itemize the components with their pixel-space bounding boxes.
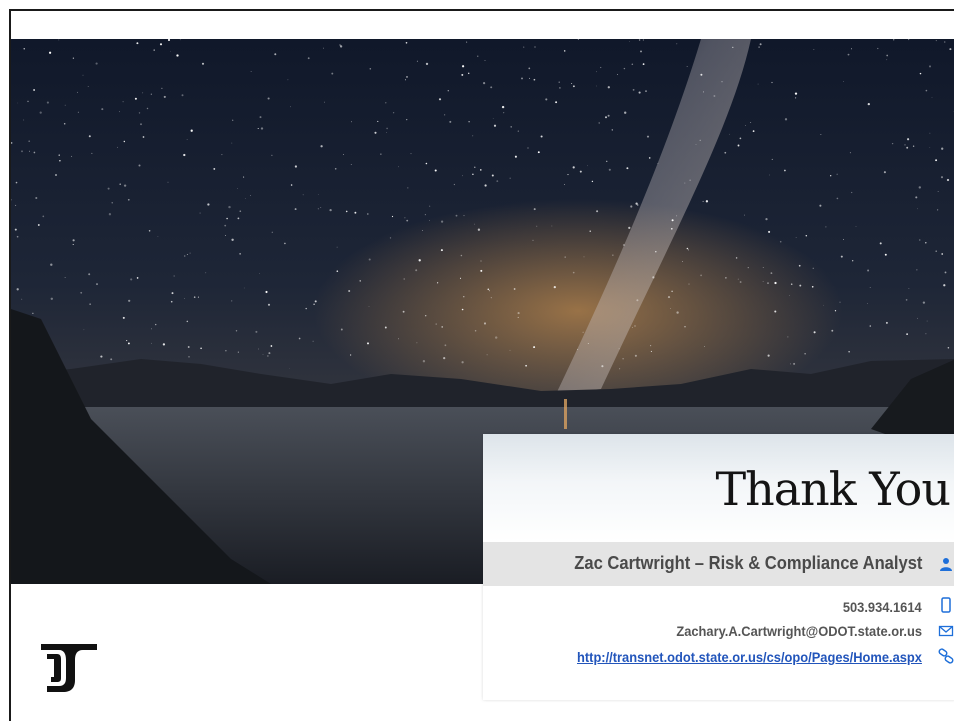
thank-you-title: Thank You (715, 462, 951, 516)
link-icon (938, 648, 954, 664)
contact-phone: 503.934.1614 (843, 599, 922, 615)
person-icon (940, 558, 952, 571)
envelope-icon (938, 625, 954, 637)
name-bar: Zac Cartwright – Risk & Compliance Analy… (483, 542, 954, 586)
odot-logo (41, 644, 97, 692)
contact-website-link[interactable]: http://transnet.odot.state.or.us/cs/opo/… (577, 649, 922, 665)
slide: Thank You Zac Cartwright – Risk & Compli… (9, 9, 954, 721)
contact-card: Thank You Zac Cartwright – Risk & Compli… (483, 434, 954, 700)
card-header: Thank You (483, 434, 954, 542)
contact-name: Zac Cartwright – Risk & Compliance Analy… (573, 553, 922, 573)
contact-email: Zachary.A.Cartwright@ODOT.state.or.us (676, 623, 922, 639)
mobile-phone-icon (941, 597, 951, 613)
